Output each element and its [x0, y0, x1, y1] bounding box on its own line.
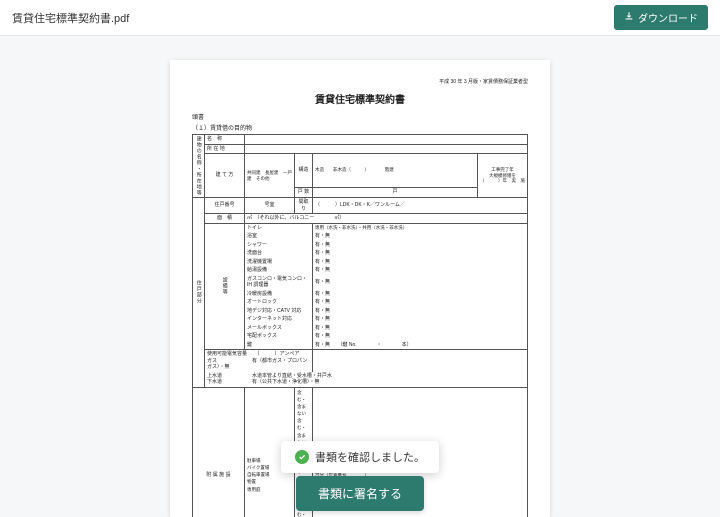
doc-title: 賃貸住宅標準契約書 [192, 91, 528, 106]
cell: 戸 [313, 187, 478, 197]
app-header: 賃貸住宅標準契約書.pdf ダウンロード [0, 0, 720, 36]
cell: 木造 非木造（ ） 階建 [313, 154, 478, 188]
left-label: 建物の名称・所在地等 [193, 135, 205, 198]
download-icon [624, 11, 634, 24]
cell: 所 在 地 [205, 144, 245, 154]
cell: 構造 [295, 154, 313, 188]
section-1-label: （１）賃貸借の目的物 [192, 123, 528, 132]
sign-button[interactable]: 書類に署名する [296, 476, 424, 511]
toast-message: 書類を確認しました。 [315, 449, 425, 465]
setubi-label: 住戸部分 [193, 198, 205, 388]
doc-zu: 頭書 [192, 112, 528, 121]
cell: 共同建 長屋建 一戸建 その他 [245, 154, 295, 198]
filename: 賃貸住宅標準契約書.pdf [12, 10, 129, 26]
eq-label: 設備等 [205, 223, 245, 350]
confirmation-toast: 書類を確認しました。 [281, 441, 439, 473]
download-label: ダウンロード [638, 10, 698, 25]
check-icon [295, 450, 309, 464]
fuzoku-label: 附 属 施 設 [193, 387, 245, 517]
doc-version: 平成 30 年 3 月版・家賃債務保証業者型 [192, 78, 528, 85]
sign-button-label: 書類に署名する [318, 487, 402, 501]
cell: 建 て 方 [205, 154, 245, 198]
cell: 戸 数 [295, 187, 313, 197]
cell: 名 称 [205, 135, 245, 145]
download-button[interactable]: ダウンロード [614, 5, 708, 30]
